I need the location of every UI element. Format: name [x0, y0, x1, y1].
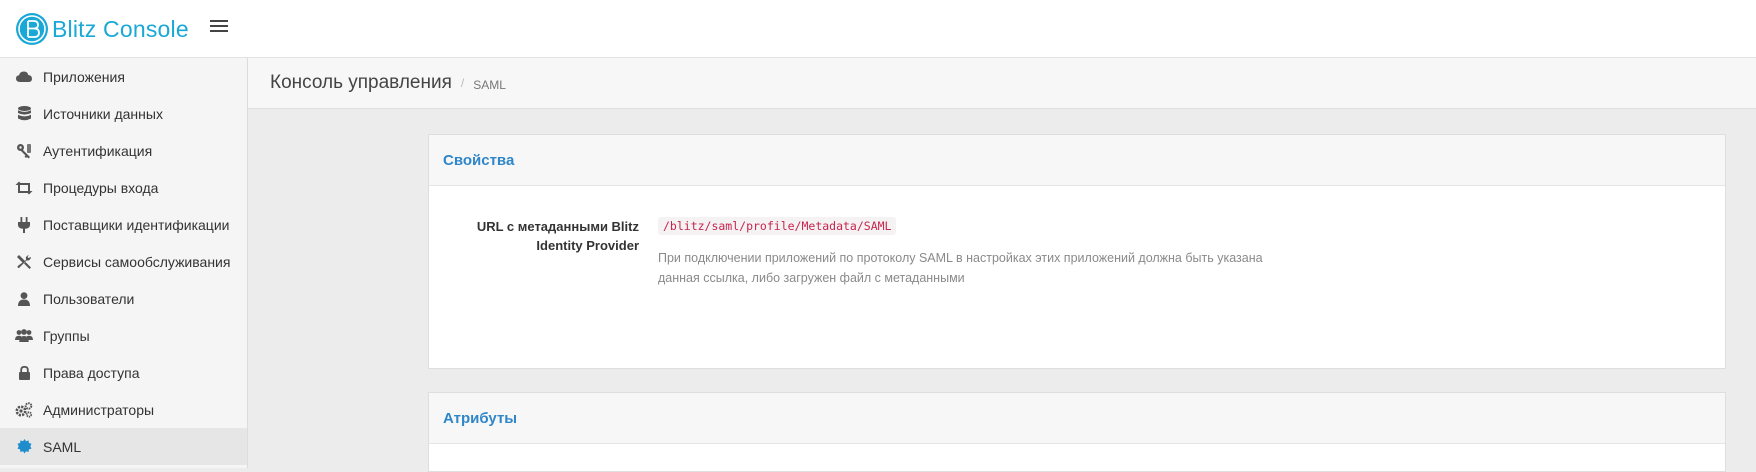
sidebar-item-saml[interactable]: SAML [0, 428, 247, 465]
sidebar-item-login-procedures[interactable]: Процедуры входа [0, 169, 247, 206]
sidebar-item-self-services[interactable]: Сервисы самообслуживания [0, 243, 247, 280]
properties-panel-title: Свойства [429, 135, 1725, 186]
sidebar-item-groups[interactable]: Группы [0, 317, 247, 354]
sidebar-item-applications[interactable]: Приложения [0, 58, 247, 95]
sidebar-item-access-rights[interactable]: Права доступа [0, 354, 247, 391]
sidebar-item-label: Администраторы [43, 401, 155, 418]
attributes-panel-title: Атрибуты [429, 393, 1725, 444]
breadcrumb: SAML [473, 77, 506, 92]
breadcrumb-separator: / [460, 76, 465, 90]
sidebar-item-label: Поставщики идентификации [43, 216, 230, 233]
key-icon [14, 141, 34, 161]
main-content: Консоль управления / SAML Свойства URL с… [248, 58, 1756, 472]
metadata-url-value[interactable]: /blitz/saml/profile/Metadata/SAML [658, 217, 897, 235]
sidebar-item-users[interactable]: Пользователи [0, 280, 247, 317]
plug-icon [14, 215, 34, 235]
properties-panel: Свойства URL с метаданными Blitz Identit… [428, 134, 1726, 369]
user-icon [14, 289, 34, 309]
page-title: Консоль управления [270, 72, 452, 93]
sidebar-item-label: Процедуры входа [43, 179, 159, 196]
sidebar-item-label: Источники данных [43, 105, 163, 122]
tools-icon [14, 252, 34, 272]
metadata-url-label: URL с метаданными Blitz Identity Provide… [476, 219, 639, 253]
sidebar-item-label: Сервисы самообслуживания [43, 253, 231, 270]
sidebar-item-label: SAML [43, 438, 82, 455]
brand[interactable]: Blitz Console [16, 13, 189, 45]
database-icon [14, 104, 34, 124]
sidebar-item-label: Приложения [43, 68, 125, 85]
gears-icon [14, 400, 34, 420]
attributes-panel: Атрибуты [428, 392, 1726, 472]
sidebar: Приложения Источники данных Аутентификац… [0, 58, 248, 468]
sidebar-item-authentication[interactable]: Аутентификация [0, 132, 247, 169]
sidebar-item-label: Аутентификация [43, 142, 153, 159]
app-title: Blitz Console [52, 15, 189, 42]
sidebar-item-administrators[interactable]: Администраторы [0, 391, 247, 428]
retweet-icon [14, 178, 34, 198]
page-header: Консоль управления / SAML [248, 58, 1756, 109]
certificate-icon [14, 437, 34, 457]
top-navbar: Blitz Console [0, 0, 1756, 58]
hamburger-icon[interactable] [210, 20, 228, 34]
metadata-url-value-block: /blitz/saml/profile/Metadata/SAML При по… [658, 217, 1278, 288]
metadata-url-help-text: При подключении приложений по протоколу … [658, 251, 1263, 285]
sidebar-item-data-sources[interactable]: Источники данных [0, 95, 247, 132]
sidebar-item-label: Группы [43, 327, 90, 344]
cloud-icon [14, 67, 34, 87]
blitz-logo-icon [16, 13, 48, 45]
sidebar-item-label: Права доступа [43, 364, 140, 381]
users-icon [14, 326, 34, 346]
sidebar-item-label: Пользователи [43, 290, 135, 307]
sidebar-item-identity-providers[interactable]: Поставщики идентификации [0, 206, 247, 243]
lock-icon [14, 363, 34, 383]
